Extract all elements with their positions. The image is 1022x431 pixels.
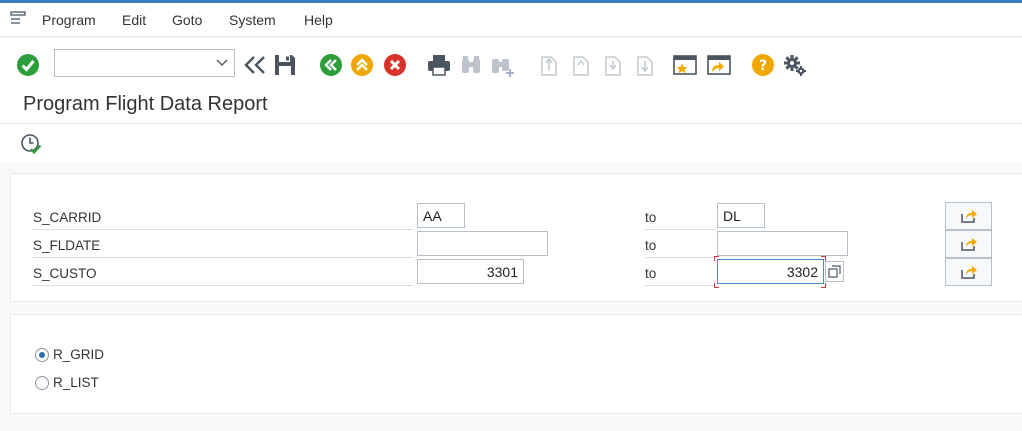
menu-edit[interactable]: Edit [122,12,146,28]
settings-button[interactable] [782,52,808,78]
help-icon: ? [752,54,774,76]
help-button[interactable]: ? [750,52,776,78]
next-page-icon [605,56,621,76]
next-page-button[interactable] [599,52,625,78]
menu-help[interactable]: Help [304,12,333,28]
find-button[interactable] [458,52,484,78]
first-page-button[interactable] [535,52,561,78]
menu-goto[interactable]: Goto [172,12,202,28]
field-label: S_CUSTO [33,258,413,286]
s-fldate-high-input[interactable] [717,231,848,256]
page-title: Program Flight Data Report [23,93,268,115]
print-icon [428,55,450,76]
focus-corner [714,283,719,288]
find-next-icon [492,59,514,77]
save-button[interactable] [272,52,298,78]
enter-button[interactable] [15,52,41,78]
radio-label: R_GRID [53,347,105,362]
radio-button[interactable] [35,375,49,390]
last-page-button[interactable] [631,52,657,78]
s-custo-low-input[interactable] [417,259,524,284]
shortcut-button[interactable] [706,52,732,78]
last-page-icon [637,56,653,76]
to-label: to [645,230,715,258]
exit-button[interactable] [349,52,375,78]
title-bar: Program Flight Data Report [0,88,1022,124]
menu-program[interactable]: Program [42,12,96,28]
menu-system[interactable]: System [229,12,276,28]
cancel-button[interactable] [382,52,408,78]
multiple-selection-button[interactable] [945,258,992,286]
radio-button-selected[interactable] [35,347,49,362]
cancel-icon [384,54,406,76]
svg-text:?: ? [759,58,767,74]
shortcut-icon [707,55,731,75]
back-green-icon [320,54,342,76]
multiple-selection-button[interactable] [945,202,992,230]
s-carrid-high-input[interactable] [717,203,765,228]
s-custo-high-input[interactable] [717,259,824,284]
back-icon [244,56,265,74]
back-button[interactable] [242,52,268,78]
value-help-icon [828,265,841,278]
execute-icon[interactable] [20,133,42,155]
focus-corner [714,256,719,261]
previous-page-icon [573,56,589,76]
focus-corner [821,283,826,288]
command-field[interactable] [54,49,235,77]
multiple-selection-icon [960,238,977,251]
radio-option-r-list[interactable]: R_LIST [35,375,99,390]
select-option-row-fldate: S_FLDATE to [11,230,1022,258]
radio-label: R_LIST [53,375,99,390]
output-options-block: R_GRID R_LIST [10,314,1022,414]
chevron-down-icon[interactable] [216,57,228,67]
menu-bar: Program Edit Goto System Help [0,3,1022,37]
create-session-button[interactable] [672,52,698,78]
application-toolbar [0,124,1022,162]
select-option-row-custo: S_CUSTO to [11,256,1022,288]
to-label: to [645,258,715,286]
first-page-icon [541,56,557,76]
to-label: to [645,202,715,230]
back-green-button[interactable] [318,52,344,78]
multiple-selection-icon [960,210,977,223]
exit-icon [351,54,373,76]
settings-icon [784,55,806,76]
field-label: S_FLDATE [33,230,413,258]
standard-toolbar: ? [0,38,1022,88]
create-session-icon [673,55,697,75]
field-label: S_CARRID [33,202,413,230]
previous-page-button[interactable] [567,52,593,78]
radio-option-r-grid[interactable]: R_GRID [35,347,104,362]
find-next-button[interactable] [489,52,515,78]
print-button[interactable] [426,52,452,78]
value-help-button[interactable] [825,261,844,282]
enter-icon [17,54,39,76]
save-icon [275,55,295,75]
select-option-row-carrid: S_CARRID to [11,202,1022,230]
s-fldate-low-input[interactable] [417,231,548,256]
menu-toggle-icon[interactable] [10,11,26,25]
selection-screen-block: S_CARRID to S_FLDATE to S_CUSTO to [10,173,1022,302]
s-carrid-low-input[interactable] [417,203,465,228]
find-icon [462,56,480,73]
multiple-selection-icon [960,266,977,279]
multiple-selection-button[interactable] [945,230,992,258]
